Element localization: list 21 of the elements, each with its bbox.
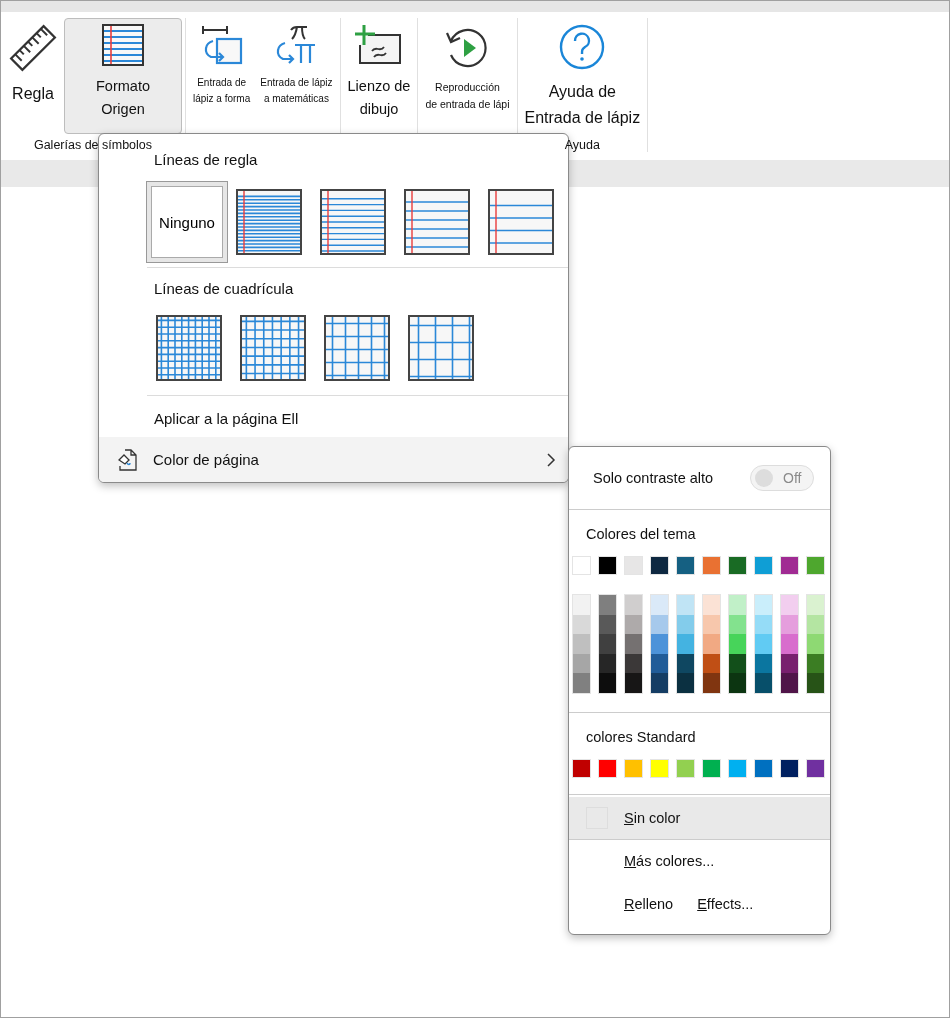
ribbon-button[interactable]: Lienzo de dibujo	[343, 18, 415, 136]
ribbon-button[interactable]: Entrada de lápiz a matemáticas	[256, 18, 337, 136]
group-label: Ayuda	[563, 137, 601, 152]
menu-item[interactable]: Relleno	[624, 896, 674, 913]
ribbon-button[interactable]: Ayuda de Entrada de lápiz	[520, 18, 645, 134]
section-title: Líneas de cuadrícula	[154, 280, 294, 297]
menu-item[interactable]: Aplicar a la página Ell	[154, 410, 299, 427]
section-title: colores Standard	[586, 728, 696, 745]
menu-item[interactable]: Más colores...	[569, 839, 830, 883]
menu-item[interactable]: Color de página	[99, 437, 568, 482]
ribbon-button[interactable]: Entrada de lápiz a forma	[189, 18, 255, 136]
group-label: Galerías de símbolos	[32, 137, 154, 152]
menu-item[interactable]: Effects...	[697, 896, 754, 913]
toggle-label: Solo contraste alto	[593, 470, 714, 486]
menu-item[interactable]: Sin color	[569, 796, 830, 840]
ribbon-button[interactable]: Reproducción de entrada de lápi	[421, 18, 514, 136]
ribbon-button[interactable]: Regla	[4, 18, 62, 134]
ruled-option[interactable]: Ninguno	[146, 181, 228, 263]
ribbon-button[interactable]: Formato Origen	[64, 18, 182, 134]
section-title: Líneas de regla	[154, 151, 258, 168]
section-title: Colores del tema	[586, 526, 696, 542]
